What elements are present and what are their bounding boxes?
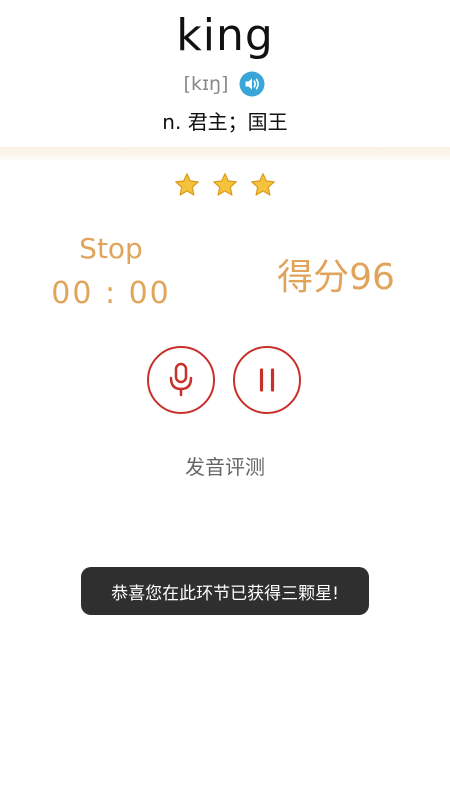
phonetic-row: [kɪŋ]: [0, 70, 450, 98]
star-icon: [213, 173, 237, 196]
star-rating: [0, 172, 450, 198]
phonetic-text: [kɪŋ]: [183, 73, 229, 95]
recording-timer: 00 : 00: [51, 276, 171, 311]
word-title: king: [176, 10, 274, 61]
toast-message: 恭喜您在此环节已获得三颗星!: [111, 583, 339, 604]
record-button[interactable]: [147, 346, 215, 414]
recording-status: Stop: [79, 232, 143, 265]
section-divider: [0, 147, 450, 161]
word-meaning: n. 君主；国王: [162, 110, 288, 134]
pause-button[interactable]: [233, 346, 301, 414]
pronunciation-page: king [kɪŋ] n. 君主；国王 Stop 00 : 00 得分96 发音…: [0, 0, 450, 800]
pronunciation-evaluation-label: 发音评测: [185, 455, 265, 479]
star-icon: [251, 173, 275, 196]
microphone-icon: [169, 362, 193, 397]
score-display: 得分96: [277, 257, 395, 298]
speaker-icon[interactable]: [238, 70, 266, 98]
pause-icon: [259, 368, 275, 392]
star-icon: [175, 173, 199, 196]
congrats-toast: 恭喜您在此环节已获得三颗星!: [81, 567, 369, 615]
